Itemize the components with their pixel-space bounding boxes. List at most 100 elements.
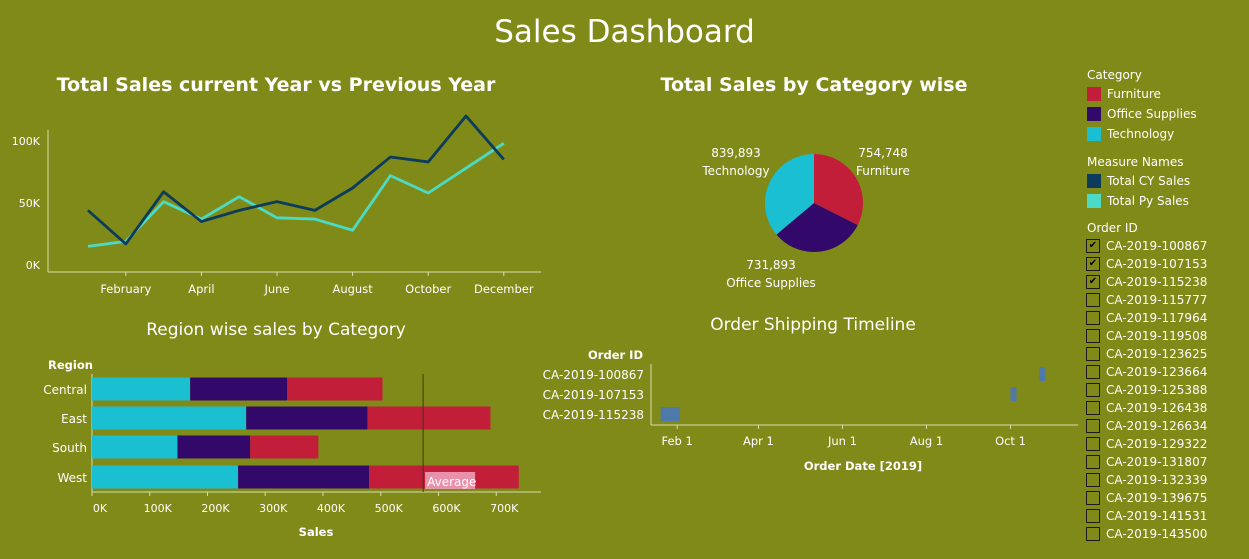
timeline-row-label: CA-2019-107153 [543, 388, 644, 402]
bar-segment-east-office-supplies [246, 406, 368, 430]
timeline-bar [1039, 367, 1046, 381]
order-id-filter-list[interactable]: ✔ CA-2019-100867 ✔ CA-2019-107153 ✔ CA-2019-1… [1086, 237, 1249, 547]
legend-label: Total Py Sales [1107, 194, 1189, 208]
order-filter-item[interactable]: CA-2019-117964 [1086, 309, 1249, 327]
order-filter-item[interactable]: CA-2019-126634 [1086, 417, 1249, 435]
order-id-label: CA-2019-139675 [1106, 491, 1208, 505]
region-bar-chart: Region Central East South West 0K 100K 200K 300K… [43, 358, 541, 539]
order-id-label: CA-2019-126634 [1106, 419, 1208, 433]
order-checkbox[interactable] [1086, 365, 1100, 379]
order-checkbox[interactable]: ✔ [1086, 257, 1100, 271]
bar-x-tick-label: 200K [201, 502, 230, 515]
legend-swatch [1087, 194, 1101, 208]
category-legend-item[interactable]: Furniture [1087, 84, 1247, 104]
timeline-title: Order Shipping Timeline [710, 315, 916, 335]
line-x-tick-label: February [100, 282, 151, 296]
pie-category-label: Office Supplies [726, 276, 816, 290]
order-checkbox[interactable] [1086, 527, 1100, 541]
order-id-label: CA-2019-115777 [1106, 293, 1208, 307]
pie-chart-title: Total Sales by Category wise [660, 74, 968, 96]
order-checkbox[interactable] [1086, 293, 1100, 307]
order-checkbox[interactable]: ✔ [1086, 239, 1100, 253]
legend-label: Furniture [1107, 87, 1161, 101]
order-filter-title: Order ID [1087, 221, 1138, 235]
order-checkbox[interactable] [1086, 419, 1100, 433]
order-filter-item[interactable]: CA-2019-129322 [1086, 435, 1249, 453]
measure-legend: Measure Names Total CY Sales Total Py Sal… [1087, 155, 1247, 211]
category-legend-item[interactable]: Office Supplies [1087, 104, 1247, 124]
order-filter-item[interactable]: CA-2019-132339 [1086, 471, 1249, 489]
legend-swatch [1087, 174, 1101, 188]
measure-legend-item[interactable]: Total CY Sales [1087, 171, 1247, 191]
category-legend-item[interactable]: Technology [1087, 124, 1247, 144]
order-id-label: CA-2019-129322 [1106, 437, 1208, 451]
order-filter-item[interactable]: ✔ CA-2019-100867 [1086, 237, 1249, 255]
line-chart-title: Total Sales current Year vs Previous Yea… [56, 74, 496, 96]
bar-category-label: South [52, 441, 87, 455]
timeline-x-tick-label: Aug 1 [910, 434, 943, 448]
legend-label: Office Supplies [1107, 107, 1197, 121]
order-checkbox[interactable] [1086, 329, 1100, 343]
category-legend: Category Furniture Office Supplies Technol… [1087, 68, 1247, 144]
order-checkbox[interactable] [1086, 491, 1100, 505]
order-filter-item[interactable]: CA-2019-123664 [1086, 363, 1249, 381]
line-y-tick-label: 0K [26, 259, 41, 272]
timeline-row-label: CA-2019-100867 [543, 368, 644, 382]
order-id-label: CA-2019-119508 [1106, 329, 1208, 343]
measure-legend-item[interactable]: Total Py Sales [1087, 191, 1247, 211]
legend-label: Total CY Sales [1107, 174, 1191, 188]
order-checkbox[interactable] [1086, 401, 1100, 415]
order-filter-item[interactable]: CA-2019-119508 [1086, 327, 1249, 345]
bar-x-tick-label: 0K [93, 502, 108, 515]
timeline-x-tick-label: Jun 1 [827, 434, 857, 448]
order-id-label: CA-2019-123625 [1106, 347, 1208, 361]
bar-segment-central-furniture [287, 377, 383, 401]
order-checkbox[interactable] [1086, 509, 1100, 523]
bar-x-tick-label: 100K [144, 502, 173, 515]
order-id-label: CA-2019-100867 [1106, 239, 1208, 253]
order-filter-item[interactable]: CA-2019-125388 [1086, 381, 1249, 399]
order-filter-item[interactable]: ✔ CA-2019-115238 [1086, 273, 1249, 291]
order-filter-item[interactable]: CA-2019-123625 [1086, 345, 1249, 363]
order-filter-item[interactable]: CA-2019-126438 [1086, 399, 1249, 417]
order-id-label: CA-2019-117964 [1106, 311, 1208, 325]
line-y-tick-label: 100K [12, 135, 41, 148]
measure-legend-title: Measure Names [1087, 155, 1184, 169]
line-x-tick-label: April [188, 282, 214, 296]
dashboard-title: Sales Dashboard [494, 14, 755, 50]
order-checkbox[interactable] [1086, 473, 1100, 487]
legend-swatch [1087, 107, 1101, 121]
order-checkbox[interactable]: ✔ [1086, 275, 1100, 289]
legend-label: Technology [1107, 127, 1175, 141]
order-checkbox[interactable] [1086, 437, 1100, 451]
pie-category-label: Technology [701, 164, 769, 178]
bar-segment-west-technology [92, 465, 239, 489]
order-filter-item[interactable]: CA-2019-141531 [1086, 507, 1249, 525]
bar-segment-south-furniture [250, 435, 319, 459]
timeline-x-tick-label: Apr 1 [743, 434, 774, 448]
category-legend-title: Category [1087, 68, 1142, 82]
shipping-timeline-chart: Order ID CA-2019-100867 CA-2019-107153 CA-2… [543, 348, 1078, 473]
average-label: Average [427, 475, 476, 489]
order-checkbox[interactable] [1086, 455, 1100, 469]
legend-swatch [1087, 87, 1101, 101]
line-x-tick-label: August [332, 282, 373, 296]
order-filter-item[interactable]: CA-2019-131807 [1086, 453, 1249, 471]
order-id-label: CA-2019-107153 [1106, 257, 1208, 271]
bar-segment-south-technology [92, 435, 178, 459]
bar-segment-central-office-supplies [190, 377, 288, 401]
order-checkbox[interactable] [1086, 347, 1100, 361]
order-filter-item[interactable]: CA-2019-115777 [1086, 291, 1249, 309]
order-id-label: CA-2019-143500 [1106, 527, 1208, 541]
order-checkbox[interactable] [1086, 383, 1100, 397]
timeline-row-header: Order ID [588, 348, 643, 362]
bar-x-tick-label: 600K [432, 502, 461, 515]
order-filter-item[interactable]: ✔ CA-2019-107153 [1086, 255, 1249, 273]
order-filter-item[interactable]: CA-2019-139675 [1086, 489, 1249, 507]
bar-x-tick-label: 400K [317, 502, 346, 515]
timeline-x-tick-label: Oct 1 [995, 434, 1026, 448]
order-filter-item[interactable]: CA-2019-143500 [1086, 525, 1249, 543]
bar-category-label: East [61, 412, 87, 426]
timeline-x-tick-label: Feb 1 [661, 434, 692, 448]
order-checkbox[interactable] [1086, 311, 1100, 325]
